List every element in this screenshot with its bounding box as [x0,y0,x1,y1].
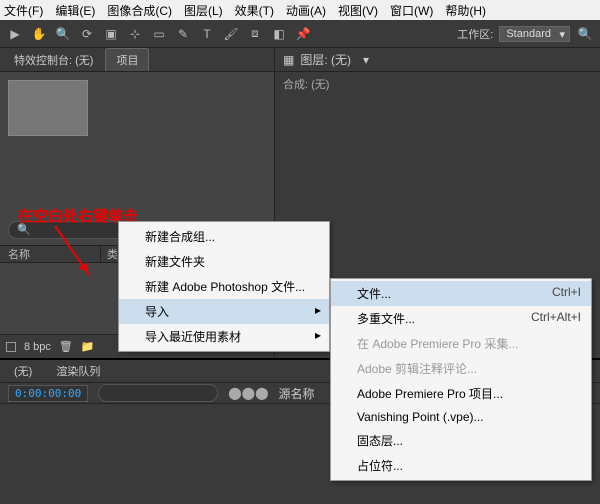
ctx-solid[interactable]: 固态层... [331,428,591,453]
zoom-tool-icon[interactable]: 🔍 [54,25,72,43]
hand-tool-icon[interactable]: ✋ [30,25,48,43]
camera-tool-icon[interactable]: ▣ [102,25,120,43]
trash-icon[interactable]: 🗑 [59,340,73,353]
menu-file[interactable]: 文件(F) [4,2,43,19]
layer-panel-label[interactable]: 图层: (无) [300,51,351,68]
menu-composition[interactable]: 图像合成(C) [107,2,172,19]
ctx-import-recent[interactable]: 导入最近使用素材▸ [119,324,329,349]
brush-tool-icon[interactable]: 🖌 [222,25,240,43]
menu-animation[interactable]: 动画(A) [286,2,326,19]
tab-project[interactable]: 项目 [105,48,149,71]
eraser-tool-icon[interactable]: ◧ [270,25,288,43]
ctx-new-folder[interactable]: 新建文件夹 [119,249,329,274]
menu-edit[interactable]: 编辑(E) [55,2,95,19]
anchor-tool-icon[interactable]: ⊹ [126,25,144,43]
timecode[interactable]: 0:00:00:00 [8,385,88,402]
new-folder-icon[interactable]: 📁 [81,340,95,353]
selection-tool-icon[interactable]: ▶ [6,25,24,43]
shortcut-label: Ctrl+Alt+I [531,310,581,324]
workspace-dropdown[interactable]: Standard [499,26,570,42]
ctx-premiere-project[interactable]: Adobe Premiere Pro 项目... [331,381,591,406]
ctx-vanishing-point[interactable]: Vanishing Point (.vpe)... [331,406,591,428]
source-name-label[interactable]: 源名称 [279,385,315,402]
menubar: 文件(F) 编辑(E) 图像合成(C) 图层(L) 效果(T) 动画(A) 视图… [0,0,600,20]
layer-panel-icon[interactable]: ▦ [283,53,294,67]
stamp-tool-icon[interactable]: ⧈ [246,25,264,43]
ctx-import[interactable]: 导入▸ [119,299,329,324]
workspace-label: 工作区: [457,26,493,42]
interpret-footage-icon[interactable] [6,342,16,352]
tab-none[interactable]: (无) [4,360,42,382]
menu-view[interactable]: 视图(V) [338,2,378,19]
ctx-file[interactable]: 文件...Ctrl+I [331,281,591,306]
toolbar: ▶ ✋ 🔍 ⟳ ▣ ⊹ ▭ ✎ T 🖌 ⧈ ◧ 📌 工作区: Standard … [0,20,600,48]
comp-panel-label[interactable]: 合成: (无) [275,72,600,96]
pen-tool-icon[interactable]: ✎ [174,25,192,43]
puppet-tool-icon[interactable]: 📌 [294,25,312,43]
context-menu-import: 文件...Ctrl+I 多重文件...Ctrl+Alt+I 在 Adobe Pr… [330,278,592,481]
bpc-toggle[interactable]: 8 bpc [24,341,51,353]
chevron-right-icon: ▸ [315,328,321,342]
ctx-placeholder[interactable]: 占位符... [331,453,591,478]
menu-effect[interactable]: 效果(T) [235,2,274,19]
menu-layer[interactable]: 图层(L) [184,2,223,19]
timeline-search-input[interactable] [98,384,218,402]
ctx-new-photoshop[interactable]: 新建 Adobe Photoshop 文件... [119,274,329,299]
menu-help[interactable]: 帮助(H) [445,2,486,19]
tab-render-queue[interactable]: 渲染队列 [46,360,110,382]
text-tool-icon[interactable]: T [198,25,216,43]
left-tabrow: 特效控制台: (无) 项目 [0,48,274,72]
col-name[interactable]: 名称 [0,246,100,262]
search-help-icon[interactable]: 🔍 [576,25,594,43]
tab-effect-controls[interactable]: 特效控制台: (无) [4,49,103,71]
mask-tool-icon[interactable]: ▭ [150,25,168,43]
menu-window[interactable]: 窗口(W) [390,2,433,19]
ctx-clip-notes: Adobe 剪辑注释评论... [331,356,591,381]
ctx-new-comp[interactable]: 新建合成组... [119,224,329,249]
ctx-capture-premiere: 在 Adobe Premiere Pro 采集... [331,331,591,356]
chevron-right-icon: ▸ [315,303,321,317]
ctx-multiple-files[interactable]: 多重文件...Ctrl+Alt+I [331,306,591,331]
project-thumbnail [8,80,88,136]
shortcut-label: Ctrl+I [552,285,581,299]
context-menu-project: 新建合成组... 新建文件夹 新建 Adobe Photoshop 文件... … [118,221,330,352]
rotate-tool-icon[interactable]: ⟳ [78,25,96,43]
